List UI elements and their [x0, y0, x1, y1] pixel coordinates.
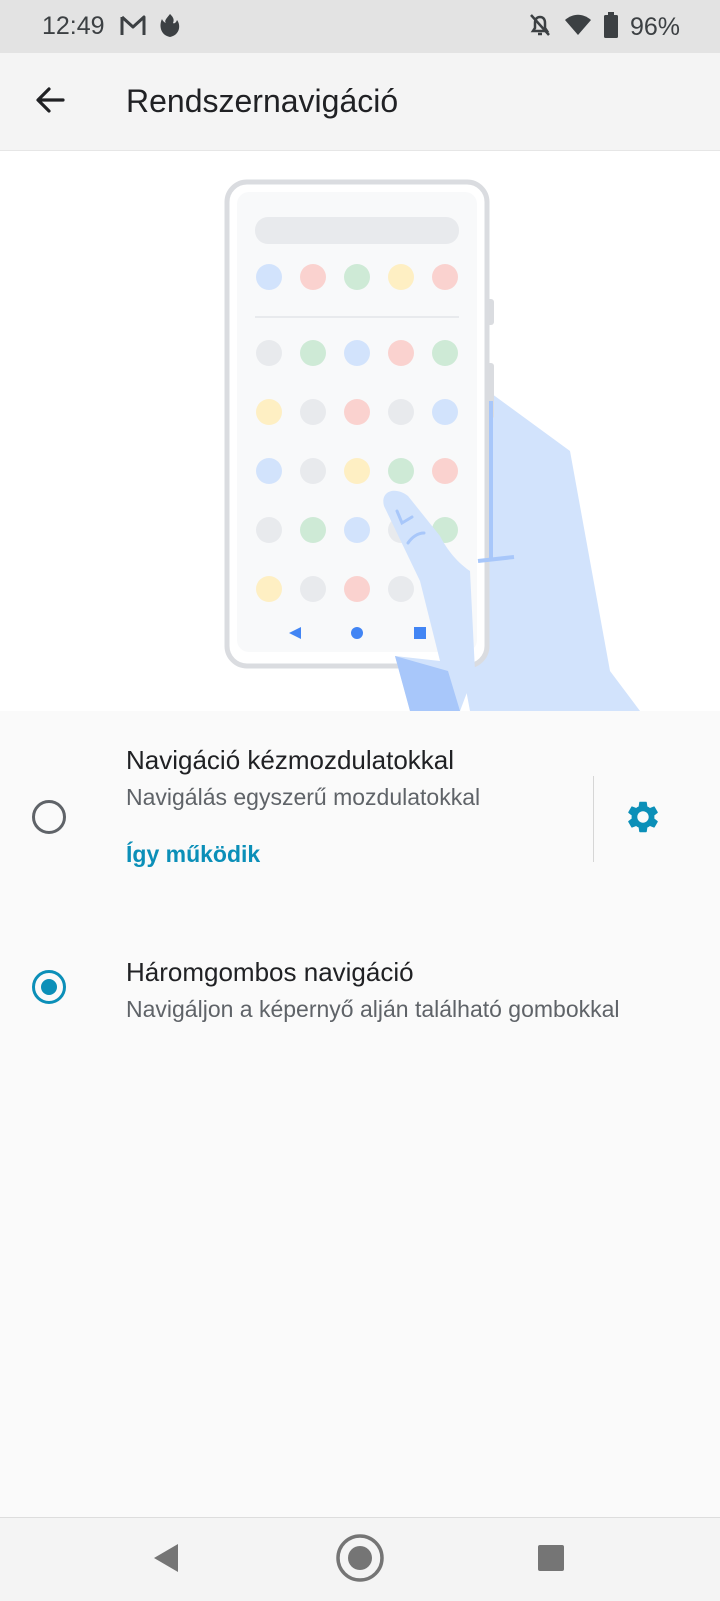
home-circle-icon — [334, 1532, 386, 1589]
status-bar: 12:49 96% — [0, 0, 720, 53]
option-three-button-summary: Navigáljon a képernyő alján található go… — [126, 996, 620, 1022]
radio-three-button-navigation[interactable] — [32, 970, 66, 1004]
nav-back-button[interactable] — [138, 1532, 194, 1588]
phone-in-hand-illustration — [224, 179, 640, 711]
option-gesture-navigation[interactable]: Navigáció kézmozdulatokkal Navigálás egy… — [0, 711, 720, 911]
battery-percent: 96% — [629, 13, 680, 41]
radio-gesture-navigation[interactable] — [32, 800, 66, 834]
battery-icon — [603, 12, 618, 43]
page-title: Rendszernavigáció — [126, 83, 399, 119]
gesture-navigation-illustration — [0, 151, 720, 711]
how-it-works-link[interactable]: Így működik — [126, 841, 260, 868]
wifi-icon — [564, 14, 592, 41]
back-button[interactable] — [28, 80, 72, 124]
vertical-divider — [593, 776, 594, 862]
nav-home-button[interactable] — [332, 1532, 388, 1588]
back-triangle-icon — [151, 1542, 181, 1579]
arrow-back-icon — [34, 84, 66, 121]
app-notification-icon — [158, 13, 182, 44]
nav-recents-button[interactable] — [523, 1532, 579, 1588]
do-not-disturb-off-icon — [528, 12, 552, 43]
option-three-button-navigation[interactable]: Háromgombos navigáció Navigáljon a képer… — [0, 930, 720, 1050]
app-bar: Rendszernavigáció — [0, 53, 720, 151]
option-gesture-summary: Navigálás egyszerű mozdulatokkal — [126, 784, 481, 810]
option-three-button-title: Háromgombos navigáció — [126, 957, 414, 987]
recents-square-icon — [536, 1543, 566, 1578]
gear-icon — [624, 798, 662, 841]
system-navigation-bar — [0, 1517, 720, 1601]
status-time: 12:49 — [42, 12, 105, 40]
gesture-settings-button[interactable] — [619, 795, 667, 843]
option-gesture-title: Navigáció kézmozdulatokkal — [126, 745, 455, 775]
gmail-icon — [120, 15, 146, 42]
